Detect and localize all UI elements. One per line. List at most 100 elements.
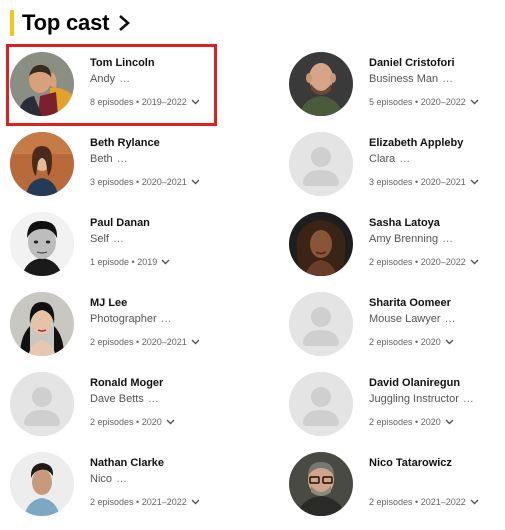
years-label: 2020: [141, 417, 162, 427]
years-label: 2020–2021: [141, 337, 187, 347]
episode-count[interactable]: 2 episodes • 2020: [369, 416, 501, 428]
actor-photo[interactable]: [289, 52, 353, 116]
episode-count[interactable]: 1 episode • 2019: [90, 256, 275, 268]
cast-member-card[interactable]: Ronald Moger Dave Betts… 2 episodes • 20…: [0, 364, 279, 444]
cast-member-card[interactable]: Paul Danan Self… 1 episode • 2019: [0, 204, 279, 284]
actor-name[interactable]: Nico Tatarowicz: [369, 456, 501, 470]
meta-separator: •: [133, 337, 142, 347]
actor-photo[interactable]: [289, 292, 353, 356]
more-roles-icon: …: [399, 153, 411, 165]
actor-photo[interactable]: [10, 292, 74, 356]
cast-member-card[interactable]: David Olaniregun Juggling Instructor… 2 …: [279, 364, 505, 444]
actor-photo[interactable]: [10, 212, 74, 276]
episodes-label: 2 episodes: [90, 417, 134, 427]
actor-photo[interactable]: [289, 132, 353, 196]
actor-name[interactable]: David Olaniregun: [369, 376, 501, 390]
section-title[interactable]: Top cast: [22, 10, 109, 36]
episode-count[interactable]: 2 episodes • 2020: [90, 416, 275, 428]
character-name[interactable]: Mouse Lawyer…: [369, 312, 501, 326]
section-header: Top cast: [10, 10, 131, 36]
episode-count[interactable]: 2 episodes • 2020–2021: [90, 336, 275, 348]
more-roles-icon: …: [112, 233, 124, 245]
episode-count[interactable]: 5 episodes • 2020–2022: [369, 96, 501, 108]
character-name[interactable]: Self…: [90, 232, 275, 246]
chevron-down-icon[interactable]: [191, 179, 200, 185]
actor-name[interactable]: Ronald Moger: [90, 376, 275, 390]
character-name: [369, 472, 501, 486]
more-roles-icon: …: [147, 393, 159, 405]
episodes-label: 5 episodes: [369, 97, 413, 107]
meta-separator: •: [133, 417, 142, 427]
character-name[interactable]: Business Man…: [369, 72, 501, 86]
actor-name[interactable]: Elizabeth Appleby: [369, 136, 501, 150]
chevron-down-icon[interactable]: [191, 499, 200, 505]
more-roles-icon: …: [160, 313, 172, 325]
chevron-down-icon[interactable]: [161, 259, 170, 265]
cast-member-card[interactable]: Sasha Latoya Amy Brenning… 2 episodes • …: [279, 204, 505, 284]
character-name[interactable]: Amy Brenning…: [369, 232, 501, 246]
years-label: 2020–2021: [141, 177, 187, 187]
years-label: 2021–2022: [420, 497, 466, 507]
cast-member-card[interactable]: Daniel Cristofori Business Man… 5 episod…: [279, 44, 505, 124]
character-name[interactable]: Dave Betts…: [90, 392, 275, 406]
episodes-label: 3 episodes: [90, 177, 134, 187]
meta-separator: •: [412, 417, 421, 427]
actor-name[interactable]: Sharita Oomeer: [369, 296, 501, 310]
episodes-label: 2 episodes: [369, 257, 413, 267]
chevron-down-icon[interactable]: [470, 259, 479, 265]
section-accent-bar: [10, 10, 14, 36]
character-name[interactable]: Nico…: [90, 472, 275, 486]
meta-separator: •: [412, 337, 421, 347]
chevron-down-icon[interactable]: [191, 339, 200, 345]
episode-count[interactable]: 2 episodes • 2021–2022: [90, 496, 275, 508]
cast-member-card[interactable]: Elizabeth Appleby Clara… 3 episodes • 20…: [279, 124, 505, 204]
years-label: 2020–2021: [420, 177, 466, 187]
episodes-label: 2 episodes: [90, 337, 134, 347]
chevron-down-icon[interactable]: [470, 179, 479, 185]
chevron-down-icon[interactable]: [166, 419, 175, 425]
episode-count[interactable]: 3 episodes • 2020–2021: [369, 176, 501, 188]
episodes-label: 2 episodes: [369, 337, 413, 347]
actor-name[interactable]: Paul Danan: [90, 216, 275, 230]
cast-member-card[interactable]: Beth Rylance Beth… 3 episodes • 2020–202…: [0, 124, 279, 204]
chevron-down-icon[interactable]: [445, 419, 454, 425]
actor-name[interactable]: Nathan Clarke: [90, 456, 275, 470]
meta-separator: •: [133, 497, 142, 507]
actor-photo[interactable]: [289, 212, 353, 276]
years-label: 2021–2022: [141, 497, 187, 507]
more-roles-icon: …: [444, 313, 456, 325]
episode-count[interactable]: 2 episodes • 2020–2022: [369, 256, 501, 268]
years-label: 2020: [420, 337, 441, 347]
actor-name[interactable]: Beth Rylance: [90, 136, 275, 150]
chevron-down-icon[interactable]: [445, 339, 454, 345]
more-roles-icon: …: [462, 393, 474, 405]
chevron-down-icon[interactable]: [470, 499, 479, 505]
character-name[interactable]: Juggling Instructor…: [369, 392, 501, 406]
character-name[interactable]: Clara…: [369, 152, 501, 166]
actor-photo[interactable]: [10, 372, 74, 436]
cast-member-card[interactable]: Nico Tatarowicz 2 episodes • 2021–2022: [279, 444, 505, 524]
cast-member-card[interactable]: MJ Lee Photographer… 2 episodes • 2020–2…: [0, 284, 279, 364]
cast-member-card[interactable]: Nathan Clarke Nico… 2 episodes • 2021–20…: [0, 444, 279, 524]
years-label: 2019: [137, 257, 158, 267]
chevron-down-icon[interactable]: [470, 99, 479, 105]
meta-separator: •: [129, 257, 138, 267]
years-label: 2020: [420, 417, 441, 427]
actor-photo[interactable]: [289, 372, 353, 436]
actor-name[interactable]: Daniel Cristofori: [369, 56, 501, 70]
meta-separator: •: [133, 177, 142, 187]
character-name[interactable]: Photographer…: [90, 312, 275, 326]
years-label: 2020–2022: [420, 257, 466, 267]
episode-count[interactable]: 2 episodes • 2021–2022: [369, 496, 501, 508]
episode-count[interactable]: 3 episodes • 2020–2021: [90, 176, 275, 188]
actor-photo[interactable]: [10, 132, 74, 196]
cast-member-card[interactable]: Sharita Oomeer Mouse Lawyer… 2 episodes …: [279, 284, 505, 364]
actor-name[interactable]: Sasha Latoya: [369, 216, 501, 230]
episode-count[interactable]: 2 episodes • 2020: [369, 336, 501, 348]
actor-photo[interactable]: [289, 452, 353, 516]
character-name[interactable]: Beth…: [90, 152, 275, 166]
actor-photo[interactable]: [10, 452, 74, 516]
episodes-label: 2 episodes: [90, 497, 134, 507]
chevron-right-icon[interactable]: [117, 13, 131, 33]
actor-name[interactable]: MJ Lee: [90, 296, 275, 310]
